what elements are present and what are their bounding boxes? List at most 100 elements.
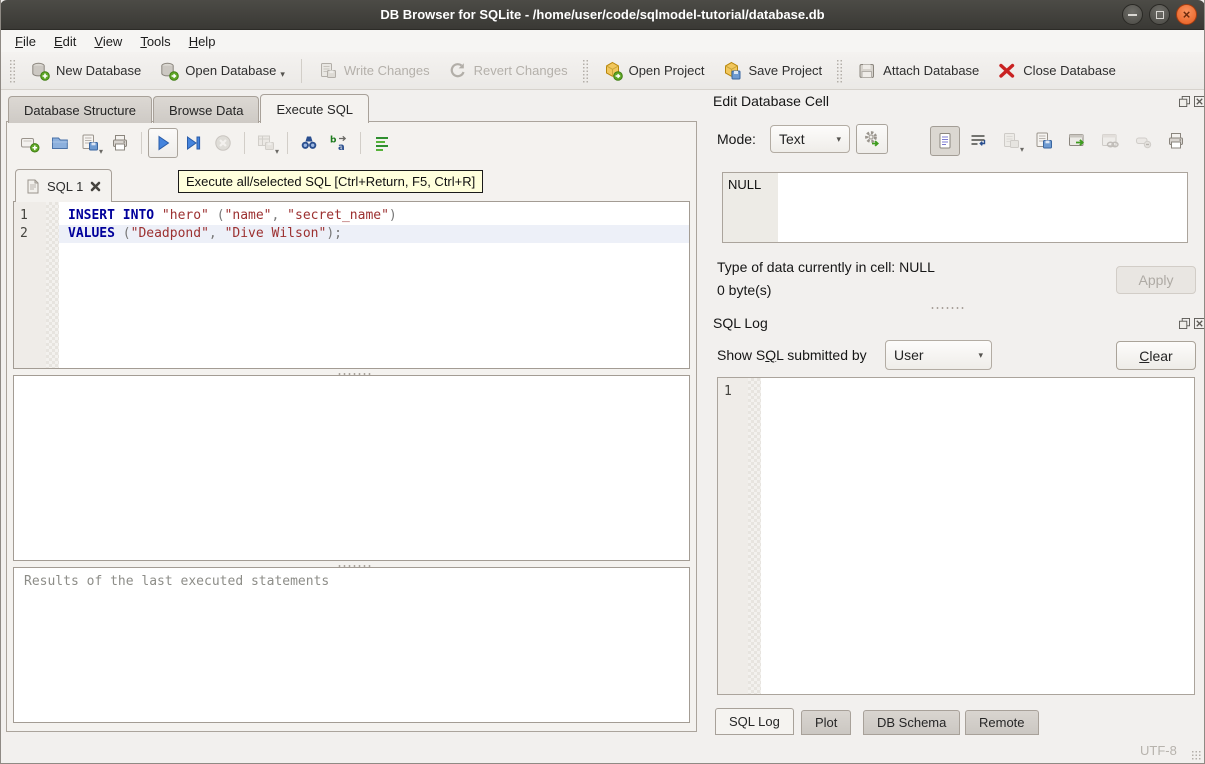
execute-current-line-button[interactable] — [178, 128, 208, 158]
clear-log-button[interactable]: Clear — [1116, 341, 1196, 370]
dock-tab-db-schema[interactable]: DB Schema — [863, 710, 960, 735]
open-project-button[interactable]: Open Project — [594, 56, 714, 86]
dropdown-caret-icon[interactable]: ▾ — [275, 147, 279, 156]
toolbar-button-label: Save Project — [748, 63, 822, 78]
new-database-button[interactable]: New Database — [21, 56, 150, 86]
sql-document-tab[interactable]: SQL 1 — [15, 169, 112, 202]
mode-label: Mode: — [717, 131, 756, 147]
close-dock-button[interactable] — [1193, 95, 1205, 107]
find-replace-button[interactable]: ba — [324, 128, 354, 158]
toolbar-button-label: Attach Database — [883, 63, 979, 78]
execute-all-button[interactable] — [148, 128, 178, 158]
sql-editor[interactable]: 12 INSERT INTO "hero" ("name", "secret_n… — [13, 201, 690, 369]
toolbar-separator — [301, 59, 302, 83]
menu-item-tools[interactable]: Tools — [131, 32, 179, 51]
dock-tab-plot[interactable]: Plot — [801, 710, 851, 735]
toolbar-drag-handle[interactable] — [836, 59, 843, 83]
code-token — [115, 226, 123, 241]
close-sql-tab-button[interactable] — [90, 181, 101, 192]
close-button[interactable]: × — [1176, 4, 1197, 25]
cell-value: NULL — [728, 177, 761, 192]
open-database-button[interactable]: Open Database▾ — [150, 56, 294, 86]
new-sql-tab-button[interactable] — [15, 128, 45, 158]
minimize-button[interactable] — [1122, 4, 1143, 25]
code-token: "name" — [225, 208, 272, 223]
print-cell-button[interactable] — [1161, 126, 1191, 156]
revert-changes-button[interactable]: Revert Changes — [439, 56, 577, 86]
import-data-button[interactable]: ▾ — [996, 126, 1026, 156]
results-placeholder-text: Results of the last executed statements — [24, 574, 329, 589]
set-null-button[interactable] — [1128, 126, 1158, 156]
text-mode-button[interactable] — [930, 126, 960, 156]
menu-item-view[interactable]: View — [85, 32, 131, 51]
log-line-numbers: 1 — [718, 378, 748, 694]
find-button[interactable] — [294, 128, 324, 158]
tab-execute-sql[interactable]: Execute SQL — [260, 94, 369, 123]
float-dock-button[interactable] — [1178, 317, 1190, 329]
toolbar-button-label: Open Project — [629, 63, 705, 78]
save-results-button[interactable]: ▾ — [251, 128, 281, 158]
apply-button[interactable]: Apply — [1116, 266, 1196, 294]
mode-combobox[interactable]: Text ▾ — [770, 125, 850, 153]
stop-icon — [213, 133, 233, 153]
database-new-icon — [30, 61, 50, 81]
log-fold-margin — [748, 378, 761, 694]
auto-switch-mode-button[interactable] — [856, 124, 888, 154]
editor-line-numbers: 12 — [14, 202, 46, 368]
print-sql-button[interactable] — [105, 128, 135, 158]
editor-fold-margin — [46, 202, 59, 368]
window-controls: × — [1122, 4, 1197, 25]
close-dock-button[interactable] — [1193, 317, 1205, 329]
dock-tab-remote[interactable]: Remote — [965, 710, 1039, 735]
word-wrap-button[interactable] — [963, 126, 993, 156]
open-sql-file-button[interactable] — [45, 128, 75, 158]
encoding-status: UTF-8 — [1140, 743, 1177, 758]
sql-log-area[interactable]: 1 — [717, 377, 1195, 695]
log-filter-label: Show SQL submitted by — [717, 347, 867, 363]
float-dock-button[interactable] — [1178, 95, 1190, 107]
toolbar-drag-handle[interactable] — [582, 59, 589, 83]
dropdown-caret-icon[interactable]: ▾ — [99, 147, 103, 156]
save-sql-file-button[interactable]: ▾ — [75, 128, 105, 158]
resize-grip[interactable] — [1191, 750, 1201, 760]
code-token: VALUES — [68, 226, 115, 241]
title-bar: DB Browser for SQLite - /home/user/code/… — [0, 0, 1205, 30]
results-message-area[interactable]: Results of the last executed statements — [13, 567, 690, 723]
export-data-button[interactable] — [1029, 126, 1059, 156]
code-line: VALUES ("Deadpond", "Dive Wilson"); — [59, 225, 689, 243]
toolbar-drag-handle[interactable] — [9, 59, 16, 83]
toolbar-button-label: Revert Changes — [474, 63, 568, 78]
menu-item-file[interactable]: File — [6, 32, 45, 51]
close-icon: × — [1183, 8, 1191, 21]
dropdown-caret-icon[interactable]: ▾ — [1020, 145, 1024, 154]
tab-database-structure[interactable]: Database Structure — [8, 96, 152, 123]
menu-item-help[interactable]: Help — [180, 32, 225, 51]
execute-icon — [153, 133, 173, 153]
attach-database-button[interactable]: Attach Database — [848, 56, 988, 86]
close-database-button[interactable]: Close Database — [988, 56, 1125, 86]
menu-item-edit[interactable]: Edit — [45, 32, 85, 51]
toolbar-button-label: Close Database — [1023, 63, 1116, 78]
dock-splitter[interactable] — [930, 305, 966, 310]
dropdown-caret-icon[interactable]: ▾ — [280, 69, 285, 81]
execute-sql-pane: ▾ ▾ ba SQL 1 12 INSERT INTO "hero" ("name"… — [6, 121, 697, 732]
copy-link-button[interactable] — [1095, 126, 1125, 156]
mode-value: Text — [779, 131, 805, 147]
execute-tooltip: Execute all/selected SQL [Ctrl+Return, F… — [178, 170, 483, 193]
dock-tab-sql-log[interactable]: SQL Log — [715, 708, 794, 735]
toolbar-button-label: New Database — [56, 63, 141, 78]
open-in-external-button[interactable] — [1062, 126, 1092, 156]
svg-text:a: a — [338, 142, 345, 153]
log-filter-combobox[interactable]: User ▾ — [885, 340, 992, 370]
save-project-button[interactable]: Save Project — [713, 56, 831, 86]
write-changes-button[interactable]: Write Changes — [309, 56, 439, 86]
toolbar-button-label: Write Changes — [344, 63, 430, 78]
code-token: ) — [389, 208, 397, 223]
database-attach-icon — [857, 61, 877, 81]
cell-editor[interactable]: NULL — [722, 172, 1188, 243]
maximize-button[interactable] — [1149, 4, 1170, 25]
format-sql-button[interactable] — [367, 128, 397, 158]
stop-execution-button[interactable] — [208, 128, 238, 158]
tab-browse-data[interactable]: Browse Data — [153, 96, 259, 123]
results-grid — [13, 375, 690, 561]
